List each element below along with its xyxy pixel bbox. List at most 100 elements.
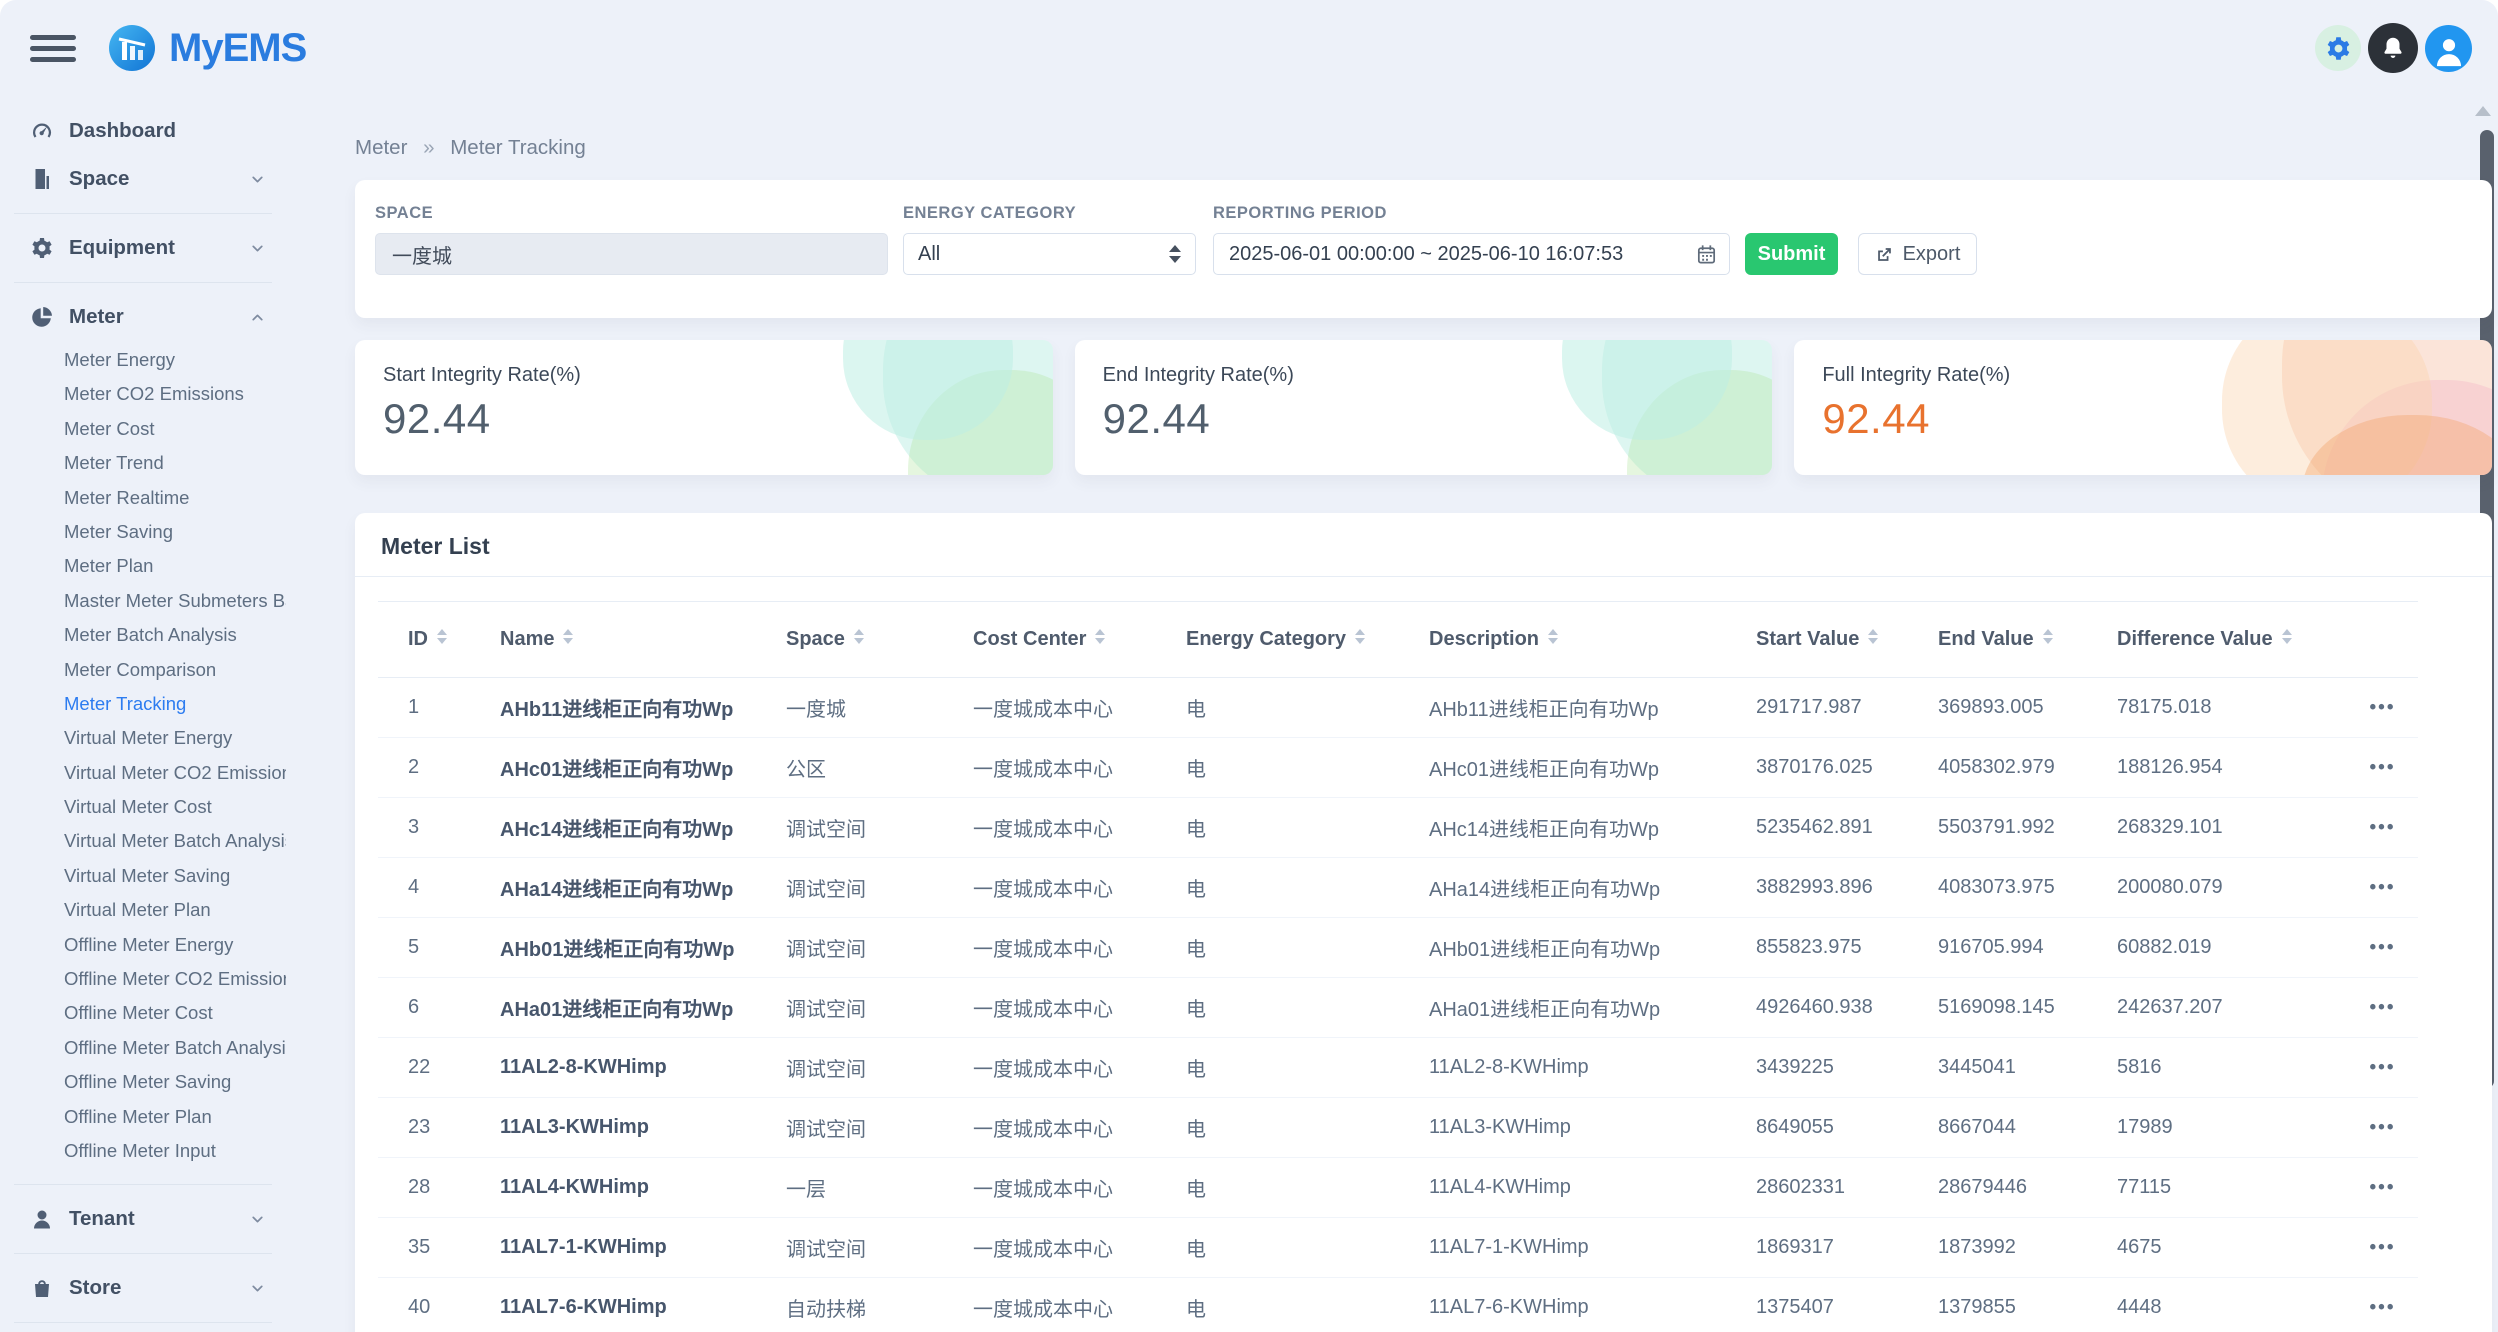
hamburger-menu-icon[interactable] bbox=[30, 29, 76, 68]
sidebar-subitem[interactable]: Offline Meter Cost bbox=[0, 996, 286, 1030]
breadcrumb-meter[interactable]: Meter bbox=[355, 136, 407, 159]
stat-label: Start Integrity Rate(%) bbox=[383, 364, 1053, 387]
row-actions-button[interactable]: ••• bbox=[2370, 697, 2396, 718]
cell-name: AHb11进线柜正向有功Wp bbox=[500, 678, 786, 738]
select-arrows-icon bbox=[1169, 245, 1181, 263]
stat-label: End Integrity Rate(%) bbox=[1103, 364, 1773, 387]
sidebar-subitem[interactable]: Offline Meter Saving bbox=[0, 1065, 286, 1099]
sidebar-subitem[interactable]: Master Meter Submeters Balance bbox=[0, 584, 286, 618]
sidebar-subitem[interactable]: Virtual Meter Plan bbox=[0, 893, 286, 927]
sidebar-item[interactable]: Store bbox=[0, 1264, 286, 1312]
sidebar-subitem[interactable]: Meter Trend bbox=[0, 446, 286, 480]
cell-energy-category: 电 bbox=[1186, 738, 1429, 798]
gear-icon bbox=[30, 236, 54, 260]
column-sort-cost-center[interactable]: Cost Center bbox=[973, 628, 1105, 650]
sort-carets-icon bbox=[437, 629, 447, 644]
sidebar-subitem[interactable]: Meter Comparison bbox=[0, 653, 286, 687]
reporting-period-input[interactable]: 2025-06-01 00:00:00 ~ 2025-06-10 16:07:5… bbox=[1213, 233, 1730, 275]
row-actions-button[interactable]: ••• bbox=[2370, 1117, 2396, 1138]
sidebar-item[interactable]: Meter bbox=[0, 293, 286, 341]
cell-difference-value: 17989 bbox=[2117, 1098, 2347, 1158]
sort-carets-icon bbox=[854, 629, 864, 644]
sidebar-item[interactable]: Dashboard bbox=[0, 107, 286, 155]
sidebar-item-label: Tenant bbox=[69, 1207, 135, 1231]
row-actions-button[interactable]: ••• bbox=[2370, 937, 2396, 958]
row-actions-button[interactable]: ••• bbox=[2370, 1177, 2396, 1198]
notifications-bell-icon[interactable] bbox=[2368, 23, 2418, 73]
sidebar-subitem[interactable]: Meter Realtime bbox=[0, 481, 286, 515]
column-sort-space[interactable]: Space bbox=[786, 628, 864, 650]
cell-difference-value: 4675 bbox=[2117, 1218, 2347, 1278]
column-sort-id[interactable]: ID bbox=[408, 628, 447, 650]
sidebar-item[interactable]: Tenant bbox=[0, 1195, 286, 1243]
sidebar-subitem-active[interactable]: Meter Tracking bbox=[0, 687, 286, 721]
row-actions-button[interactable]: ••• bbox=[2370, 757, 2396, 778]
cell-start-value: 5235462.891 bbox=[1756, 798, 1938, 858]
sidebar-subitem[interactable]: Offline Meter Plan bbox=[0, 1100, 286, 1134]
submit-button[interactable]: Submit bbox=[1745, 233, 1838, 275]
cell-description: 11AL7-1-KWHimp bbox=[1429, 1218, 1756, 1278]
full-integrity-card: Full Integrity Rate(%) 92.44 bbox=[1794, 340, 2492, 475]
cell-name: AHb01进线柜正向有功Wp bbox=[500, 918, 786, 978]
sidebar-subitem[interactable]: Virtual Meter CO2 Emissions bbox=[0, 756, 286, 790]
cell-end-value: 369893.005 bbox=[1938, 678, 2117, 738]
sidebar-subitem[interactable]: Virtual Meter Cost bbox=[0, 790, 286, 824]
cell-end-value: 5169098.145 bbox=[1938, 978, 2117, 1038]
end-integrity-card: End Integrity Rate(%) 92.44 bbox=[1075, 340, 1773, 475]
row-actions-button[interactable]: ••• bbox=[2370, 1057, 2396, 1078]
row-actions-button[interactable]: ••• bbox=[2370, 877, 2396, 898]
sidebar-item[interactable]: Equipment bbox=[0, 224, 286, 272]
space-input[interactable]: 一度城 bbox=[375, 233, 888, 275]
cell-difference-value: 77115 bbox=[2117, 1158, 2347, 1218]
cell-name: 11AL7-1-KWHimp bbox=[500, 1218, 786, 1278]
cell-energy-category: 电 bbox=[1186, 1098, 1429, 1158]
calendar-icon[interactable] bbox=[1695, 243, 1718, 266]
row-actions-button[interactable]: ••• bbox=[2370, 1297, 2396, 1318]
cell-start-value: 8649055 bbox=[1756, 1098, 1938, 1158]
cell-cost-center: 一度城成本中心 bbox=[973, 1038, 1186, 1098]
column-sort-energy-category[interactable]: Energy Category bbox=[1186, 628, 1365, 650]
cell-id: 23 bbox=[378, 1098, 500, 1158]
sidebar-subitem[interactable]: Offline Meter Energy bbox=[0, 928, 286, 962]
sidebar-subitem[interactable]: Virtual Meter Batch Analysis bbox=[0, 824, 286, 858]
sidebar-subitem[interactable]: Offline Meter CO2 Emissions bbox=[0, 962, 286, 996]
breadcrumb-meter-tracking[interactable]: Meter Tracking bbox=[450, 136, 586, 159]
sidebar-subitem[interactable]: Meter Cost bbox=[0, 412, 286, 446]
cell-difference-value: 78175.018 bbox=[2117, 678, 2347, 738]
column-sort-name[interactable]: Name bbox=[500, 628, 573, 650]
cell-difference-value: 60882.019 bbox=[2117, 918, 2347, 978]
sidebar-subitem[interactable]: Offline Meter Input bbox=[0, 1134, 286, 1168]
cell-difference-value: 268329.101 bbox=[2117, 798, 2347, 858]
sidebar-subitem[interactable]: Meter Saving bbox=[0, 515, 286, 549]
sidebar-subitem[interactable]: Meter Batch Analysis bbox=[0, 618, 286, 652]
sidebar-item[interactable]: Space bbox=[0, 155, 286, 203]
brand-logo[interactable]: MyEMS bbox=[108, 24, 306, 72]
sidebar-subitem[interactable]: Virtual Meter Energy bbox=[0, 721, 286, 755]
cell-description: 11AL7-6-KWHimp bbox=[1429, 1278, 1756, 1332]
column-sort-start-value[interactable]: Start Value bbox=[1756, 628, 1878, 650]
row-actions-button[interactable]: ••• bbox=[2370, 997, 2396, 1018]
sidebar-subitem[interactable]: Offline Meter Batch Analysis bbox=[0, 1031, 286, 1065]
column-sort-description[interactable]: Description bbox=[1429, 628, 1558, 650]
meter-list-card: Meter List IDNameSpaceCost CenterEnergy … bbox=[355, 513, 2492, 1332]
energy-category-label: ENERGY CATEGORY bbox=[903, 204, 1196, 223]
energy-category-select[interactable]: All bbox=[903, 233, 1196, 275]
sidebar-subitem[interactable]: Meter Plan bbox=[0, 549, 286, 583]
export-button[interactable]: Export bbox=[1858, 233, 1977, 275]
column-sort-end-value[interactable]: End Value bbox=[1938, 628, 2053, 650]
sidebar-subitem[interactable]: Meter Energy bbox=[0, 343, 286, 377]
cell-start-value: 3870176.025 bbox=[1756, 738, 1938, 798]
cell-energy-category: 电 bbox=[1186, 1218, 1429, 1278]
row-actions-button[interactable]: ••• bbox=[2370, 1237, 2396, 1258]
cell-end-value: 1873992 bbox=[1938, 1218, 2117, 1278]
user-avatar[interactable] bbox=[2425, 25, 2472, 72]
sidebar-subitem[interactable]: Virtual Meter Saving bbox=[0, 859, 286, 893]
cell-end-value: 5503791.992 bbox=[1938, 798, 2117, 858]
table-row: 6AHa01进线柜正向有功Wp调试空间一度城成本中心电AHa01进线柜正向有功W… bbox=[378, 978, 2418, 1038]
sidebar-subitem[interactable]: Meter CO2 Emissions bbox=[0, 377, 286, 411]
row-actions-button[interactable]: ••• bbox=[2370, 817, 2396, 838]
cell-end-value: 3445041 bbox=[1938, 1038, 2117, 1098]
settings-gear-icon[interactable] bbox=[2315, 25, 2361, 71]
table-row: 4011AL7-6-KWHimp自动扶梯一度城成本中心电11AL7-6-KWHi… bbox=[378, 1278, 2418, 1332]
column-sort-difference-value[interactable]: Difference Value bbox=[2117, 628, 2292, 650]
